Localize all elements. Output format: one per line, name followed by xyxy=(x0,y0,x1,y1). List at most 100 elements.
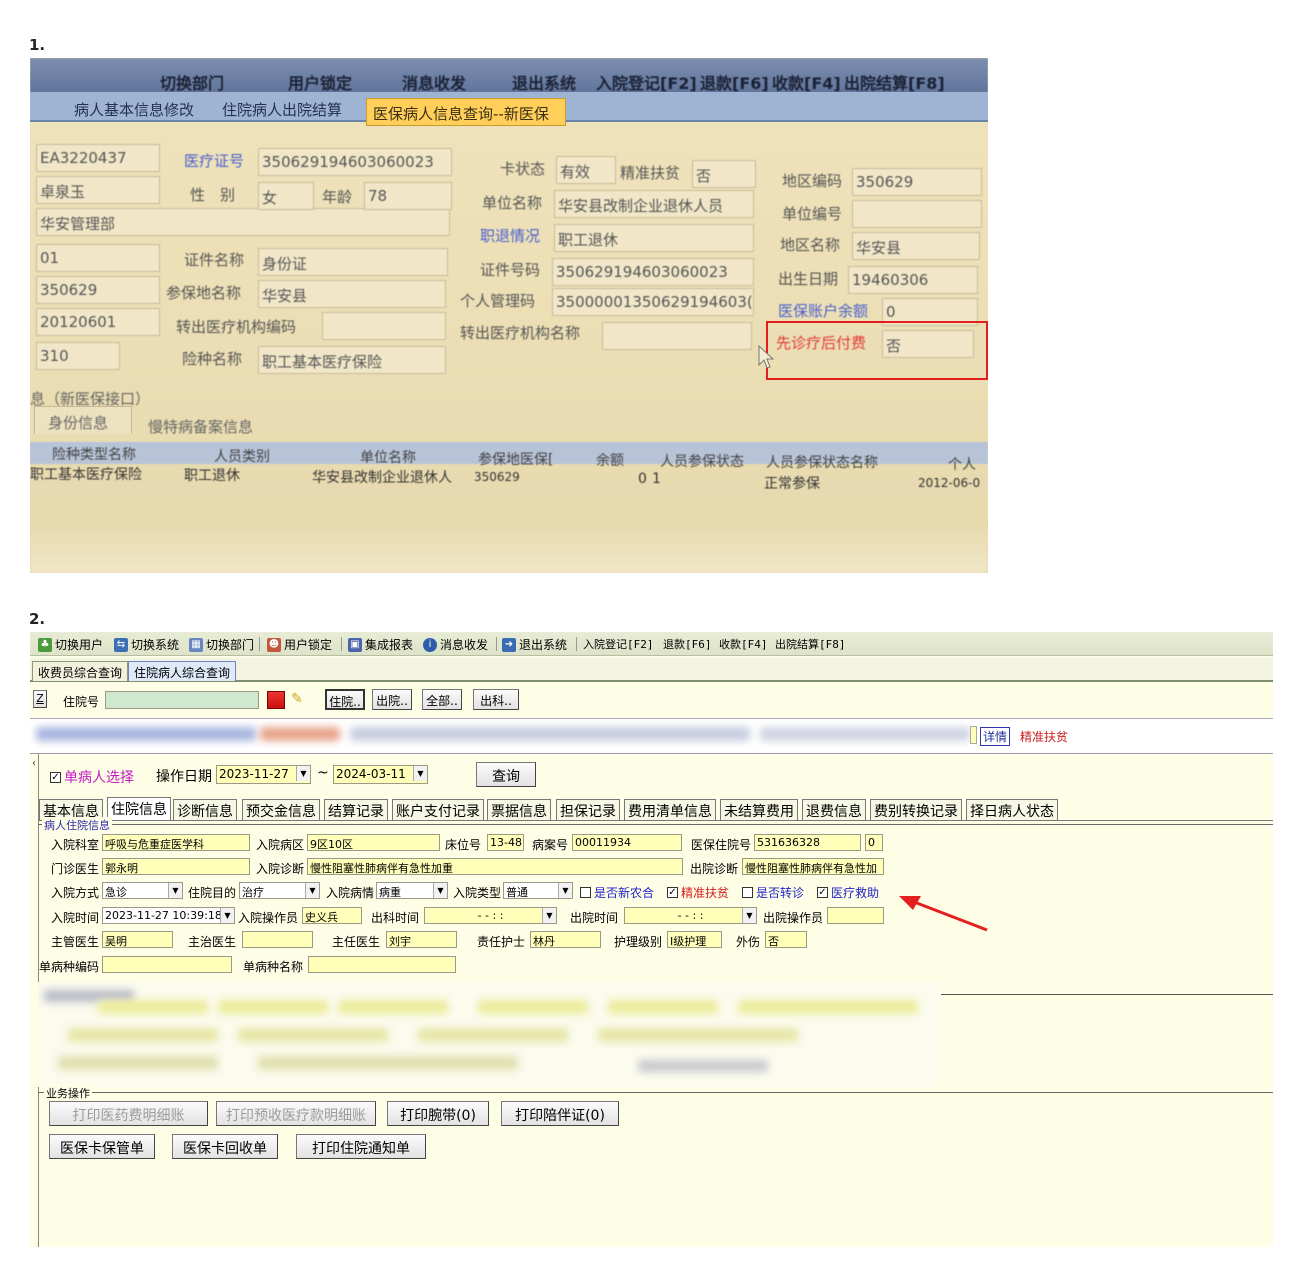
print-drug-fee-detail-button[interactable]: 打印医药费明细账 xyxy=(49,1101,208,1126)
query-button[interactable]: 查询 xyxy=(476,762,536,787)
tab-fee-list[interactable]: 费用清单信息 xyxy=(624,799,716,820)
treating-doctor-field[interactable] xyxy=(242,931,313,948)
print-admission-notice-button[interactable]: 打印住院通知单 xyxy=(296,1134,426,1159)
admission-operator-field[interactable]: 史义兵 xyxy=(302,907,362,924)
dept-out-time-picker[interactable]: - - : : ▼ xyxy=(424,907,557,924)
toolbar-switch-system[interactable]: ⇆ 切换系统 xyxy=(114,636,179,653)
nurse-field[interactable]: 林丹 xyxy=(530,931,601,948)
tab-scheduled-status[interactable]: 择日病人状态 xyxy=(966,799,1058,820)
chief-doctor-field[interactable]: 刘宇 xyxy=(386,931,457,948)
card-reader-icon[interactable] xyxy=(267,691,285,709)
filter-all-button[interactable]: 全部.. xyxy=(422,689,462,710)
treating-doctor-label: 主治医生 xyxy=(188,935,237,949)
photo-toolbar-item: 消息收发 xyxy=(402,74,467,93)
his-inpatient-query-window: ♣ 切换用户 ⇆ 切换系统 ▦ 切换部门 ☻ 用户锁定 ▣ 集成报表 i 消息收… xyxy=(30,632,1273,1247)
admission-time-picker[interactable]: 2023-11-27 10:39:18 ▼ xyxy=(102,907,235,924)
zyh-input[interactable] xyxy=(105,691,259,709)
print-companion-pass-button[interactable]: 打印陪伴证(0) xyxy=(501,1101,619,1126)
tab-settlement[interactable]: 结算记录 xyxy=(324,799,388,820)
print-wristband-button[interactable]: 打印腕带(0) xyxy=(387,1101,489,1126)
toolbar-message[interactable]: i 消息收发 xyxy=(423,636,488,653)
photo-bottom-blur xyxy=(30,528,988,573)
toolbar-exit[interactable]: ➜ 退出系统 xyxy=(502,636,567,653)
insurance-card-recycle-button[interactable]: 医保卡回收单 xyxy=(172,1134,278,1159)
condition-select[interactable]: 病重 ▼ xyxy=(376,882,448,899)
toolbar-lock-user[interactable]: ☻ 用户锁定 xyxy=(267,636,332,653)
tab-refund-info[interactable]: 退费信息 xyxy=(802,799,866,820)
blurred-patient-info xyxy=(760,727,970,741)
dept-field[interactable]: 呼吸与危重症医学科 xyxy=(102,834,250,851)
bed-field[interactable]: 13-48 xyxy=(487,834,524,851)
filter-inhospital-button[interactable]: 住院.. xyxy=(325,689,365,710)
clear-broom-icon[interactable]: ✎ xyxy=(291,691,311,709)
toolbar-collect[interactable]: 收款[F4] xyxy=(719,636,768,652)
purpose-select[interactable]: 治疗 ▼ xyxy=(239,882,320,899)
photo-id-no: 350629194603060023 xyxy=(552,258,754,286)
tab-inpatient-info[interactable]: 住院信息 xyxy=(107,797,171,820)
single-patient-checkbox[interactable]: ✓ 单病人选择 xyxy=(50,767,134,787)
outpatient-doctor-field[interactable]: 郭永明 xyxy=(102,858,250,875)
admission-diag-field[interactable]: 慢性阻塞性肺病伴有急性加重 xyxy=(307,858,683,875)
care-level-field[interactable]: Ⅰ级护理 xyxy=(667,931,722,948)
tab-cashier-query[interactable]: 收费员综合查询 xyxy=(32,661,129,681)
disease-code-field[interactable] xyxy=(102,956,232,973)
discharge-operator-label: 出院操作员 xyxy=(763,911,824,925)
photo-grid-header-cell: 险种类型名称 xyxy=(52,447,136,463)
discharge-time-picker[interactable]: - - : : ▼ xyxy=(624,907,757,924)
ncms-checkbox[interactable]: 是否新农合 xyxy=(580,884,654,901)
ward-field[interactable]: 9区10区 xyxy=(307,834,440,851)
photo-grid-row: 职工基本医疗保险 职工退休 华安县改制企业退休人 350629 0 1 正常参保… xyxy=(30,464,988,492)
toolbar-discharge-settle[interactable]: 出院结算[F8] xyxy=(775,636,846,652)
disease-name-field[interactable] xyxy=(308,956,456,973)
date-from-picker[interactable]: 2023-11-27 ▼ xyxy=(216,765,311,784)
blurred-content xyxy=(338,1000,448,1014)
admission-type-select[interactable]: 普通 ▼ xyxy=(503,882,573,899)
toolbar-switch-user[interactable]: ♣ 切换用户 xyxy=(38,636,103,653)
zyh-label: 住院号 xyxy=(63,695,100,709)
filter-discharged-button[interactable]: 出院.. xyxy=(372,689,412,710)
toolbar-report[interactable]: ▣ 集成报表 xyxy=(348,636,413,653)
switch-system-icon: ⇆ xyxy=(114,637,128,652)
print-prepaid-detail-button[interactable]: 打印预收医疗款明细账 xyxy=(216,1101,376,1126)
ins-no-field[interactable]: 531636328 xyxy=(754,834,861,851)
toolbar-admission[interactable]: 入院登记[F2] xyxy=(583,636,654,652)
tab-guarantee[interactable]: 担保记录 xyxy=(556,799,620,820)
detail-button[interactable]: 详情 xyxy=(980,727,1011,746)
tab-invoice[interactable]: 票据信息 xyxy=(487,799,551,820)
tab-fee-type-change[interactable]: 费别转换记录 xyxy=(870,799,962,820)
photo-age: 78 xyxy=(364,182,452,210)
insurance-card-keep-button[interactable]: 医保卡保管单 xyxy=(49,1134,155,1159)
attending-doctor-field[interactable]: 吴明 xyxy=(102,931,173,948)
photo-card-no: 350629194603060023 xyxy=(258,148,452,176)
transfer-checkbox[interactable]: 是否转诊 xyxy=(742,884,804,901)
checkbox-label: 单病人选择 xyxy=(64,770,134,786)
tab-unsettled-fees[interactable]: 未结算费用 xyxy=(720,799,798,820)
medical-aid-checkbox[interactable]: ✓ 医疗救助 xyxy=(817,884,879,901)
discharge-operator-field[interactable] xyxy=(827,907,884,924)
tab-deposit[interactable]: 预交金信息 xyxy=(242,799,320,820)
injury-field[interactable]: 否 xyxy=(765,931,807,948)
admission-mode-select[interactable]: 急诊 ▼ xyxy=(102,882,183,899)
collapse-arrow-icon[interactable]: ‹ xyxy=(32,758,36,769)
filter-transfer-out-button[interactable]: 出科.. xyxy=(473,689,519,710)
photo-grid-header-cell: 人员类别 xyxy=(214,449,270,465)
photo-label: 地区名称 xyxy=(780,236,841,254)
poverty-checkbox[interactable]: ✓ 精准扶贫 xyxy=(667,884,729,901)
date-to-picker[interactable]: 2024-03-11 ▼ xyxy=(333,765,428,784)
toolbar-switch-dept[interactable]: ▦ 切换部门 xyxy=(189,636,254,653)
business-group-title: 业务操作 xyxy=(44,1085,92,1101)
toolbar-refund[interactable]: 退款[F6] xyxy=(663,636,712,652)
record-no-field[interactable]: 00011934 xyxy=(572,834,682,851)
tab-diagnosis[interactable]: 诊断信息 xyxy=(173,799,237,820)
outpatient-doctor-label: 门诊医生 xyxy=(51,862,100,876)
photo-label: 精准扶贫 xyxy=(620,164,681,182)
discharge-diag-field[interactable]: 慢性阻塞性肺病伴有急性加 xyxy=(742,858,884,875)
tab-account-payment[interactable]: 账户支付记录 xyxy=(392,799,484,820)
ins-no-extra-field[interactable]: 0 xyxy=(865,834,883,851)
toolbar-label: 用户锁定 xyxy=(284,638,333,652)
z-button[interactable]: Z xyxy=(33,690,47,708)
toolbar-label: 切换用户 xyxy=(55,638,104,652)
tab-inpatient-query[interactable]: 住院病人综合查询 xyxy=(128,661,237,681)
patient-banner: 详情 精准扶贫 xyxy=(30,718,1273,754)
photo-left-value: EA3220437 xyxy=(36,144,160,172)
